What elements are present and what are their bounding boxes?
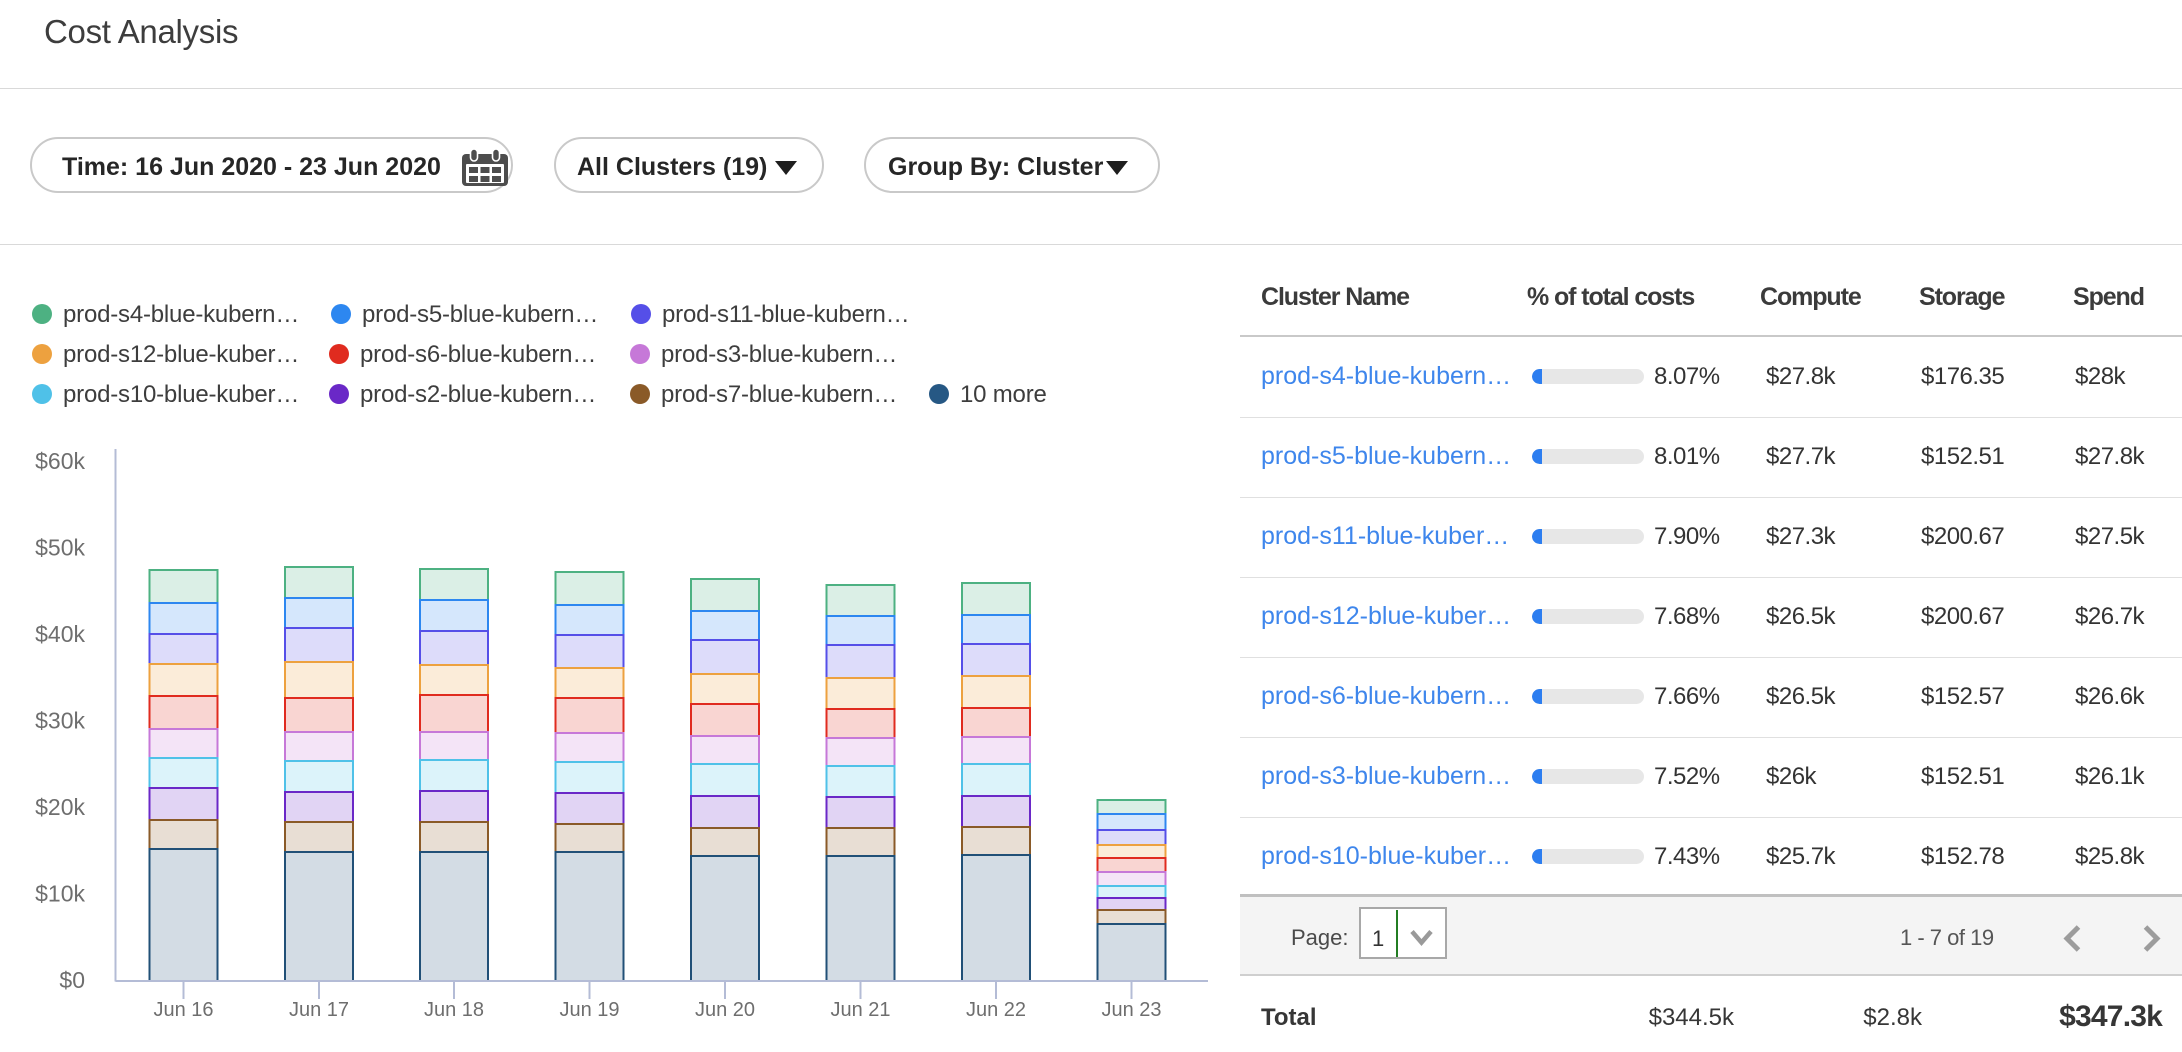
svg-text:Jun 21: Jun 21 (830, 999, 890, 1021)
svg-text:Jun 17: Jun 17 (289, 999, 349, 1021)
svg-text:$30k: $30k (35, 708, 85, 734)
svg-text:$40k: $40k (35, 621, 85, 647)
svg-text:Jun 18: Jun 18 (424, 999, 484, 1021)
svg-text:$10k: $10k (35, 881, 85, 907)
svg-text:Jun 23: Jun 23 (1101, 999, 1161, 1021)
svg-text:$50k: $50k (35, 535, 85, 561)
svg-text:$60k: $60k (35, 448, 85, 474)
svg-text:Jun 16: Jun 16 (153, 999, 213, 1021)
svg-text:Jun 19: Jun 19 (559, 999, 619, 1021)
svg-text:$0: $0 (59, 967, 85, 993)
svg-text:Jun 22: Jun 22 (966, 999, 1026, 1021)
svg-text:$20k: $20k (35, 794, 85, 820)
svg-text:Jun 20: Jun 20 (695, 999, 755, 1021)
